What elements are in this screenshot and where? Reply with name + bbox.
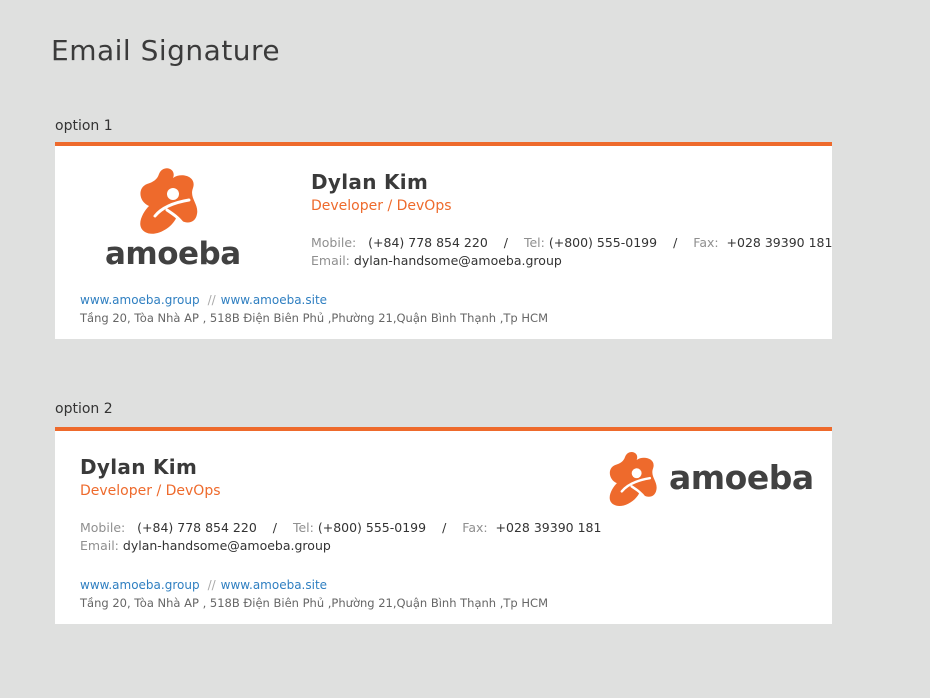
amoeba-logo-icon — [609, 451, 657, 507]
website-link-group[interactable]: www.amoeba.group — [80, 293, 200, 307]
mobile-value: (+84) 778 854 220 — [368, 235, 488, 250]
signature-role: Developer / DevOps — [311, 198, 452, 214]
option-2-label: option 2 — [55, 401, 113, 417]
tel-label: Tel: — [292, 520, 314, 535]
amoeba-logo-text: amoeba — [105, 236, 241, 272]
signature-role: Developer / DevOps — [80, 483, 221, 499]
mobile-value: (+84) 778 854 220 — [137, 520, 257, 535]
mobile-label: Mobile: — [311, 235, 357, 250]
fax-value: +028 39390 181 — [495, 520, 602, 535]
signature-name: Dylan Kim — [80, 455, 198, 479]
email-label: Email: — [80, 538, 119, 553]
signature-card-option-1: amoeba Dylan Kim Developer / DevOps Mobi… — [55, 142, 832, 339]
separator: / — [442, 520, 447, 535]
signature-card-option-2: Dylan Kim Developer / DevOps amoeba Mobi… — [55, 427, 832, 624]
link-separator: // — [207, 578, 216, 592]
email-link[interactable]: dylan-handsome@amoeba.group — [123, 538, 331, 553]
tel-value: (+800) 555-0199 — [548, 235, 658, 250]
website-link-site[interactable]: www.amoeba.site — [221, 293, 327, 307]
contact-email-line: Email: dylan-handsome@amoeba.group — [80, 538, 331, 553]
separator: / — [673, 235, 678, 250]
amoeba-logo-text: amoeba — [669, 458, 814, 497]
contact-phone-line: Mobile: (+84) 778 854 220 / Tel: (+800) … — [80, 520, 601, 535]
fax-value: +028 39390 181 — [726, 235, 833, 250]
office-address: Tầng 20, Tòa Nhà AP , 518B Điện Biên Phủ… — [80, 311, 548, 325]
fax-label: Fax: — [462, 520, 488, 535]
page-title: Email Signature — [51, 34, 281, 67]
email-link[interactable]: dylan-handsome@amoeba.group — [354, 253, 562, 268]
website-links: www.amoeba.group // www.amoeba.site — [80, 578, 327, 592]
website-link-site[interactable]: www.amoeba.site — [221, 578, 327, 592]
tel-label: Tel: — [523, 235, 545, 250]
website-links: www.amoeba.group // www.amoeba.site — [80, 293, 327, 307]
tel-value: (+800) 555-0199 — [317, 520, 427, 535]
contact-email-line: Email: dylan-handsome@amoeba.group — [311, 253, 562, 268]
separator: / — [503, 235, 508, 250]
amoeba-logo-icon — [140, 168, 198, 234]
fax-label: Fax: — [693, 235, 719, 250]
office-address: Tầng 20, Tòa Nhà AP , 518B Điện Biên Phủ… — [80, 596, 548, 610]
signature-name: Dylan Kim — [311, 170, 429, 194]
mobile-label: Mobile: — [80, 520, 126, 535]
email-label: Email: — [311, 253, 350, 268]
contact-phone-line: Mobile: (+84) 778 854 220 / Tel: (+800) … — [311, 235, 832, 250]
separator: / — [272, 520, 277, 535]
option-1-label: option 1 — [55, 118, 113, 134]
link-separator: // — [207, 293, 216, 307]
website-link-group[interactable]: www.amoeba.group — [80, 578, 200, 592]
